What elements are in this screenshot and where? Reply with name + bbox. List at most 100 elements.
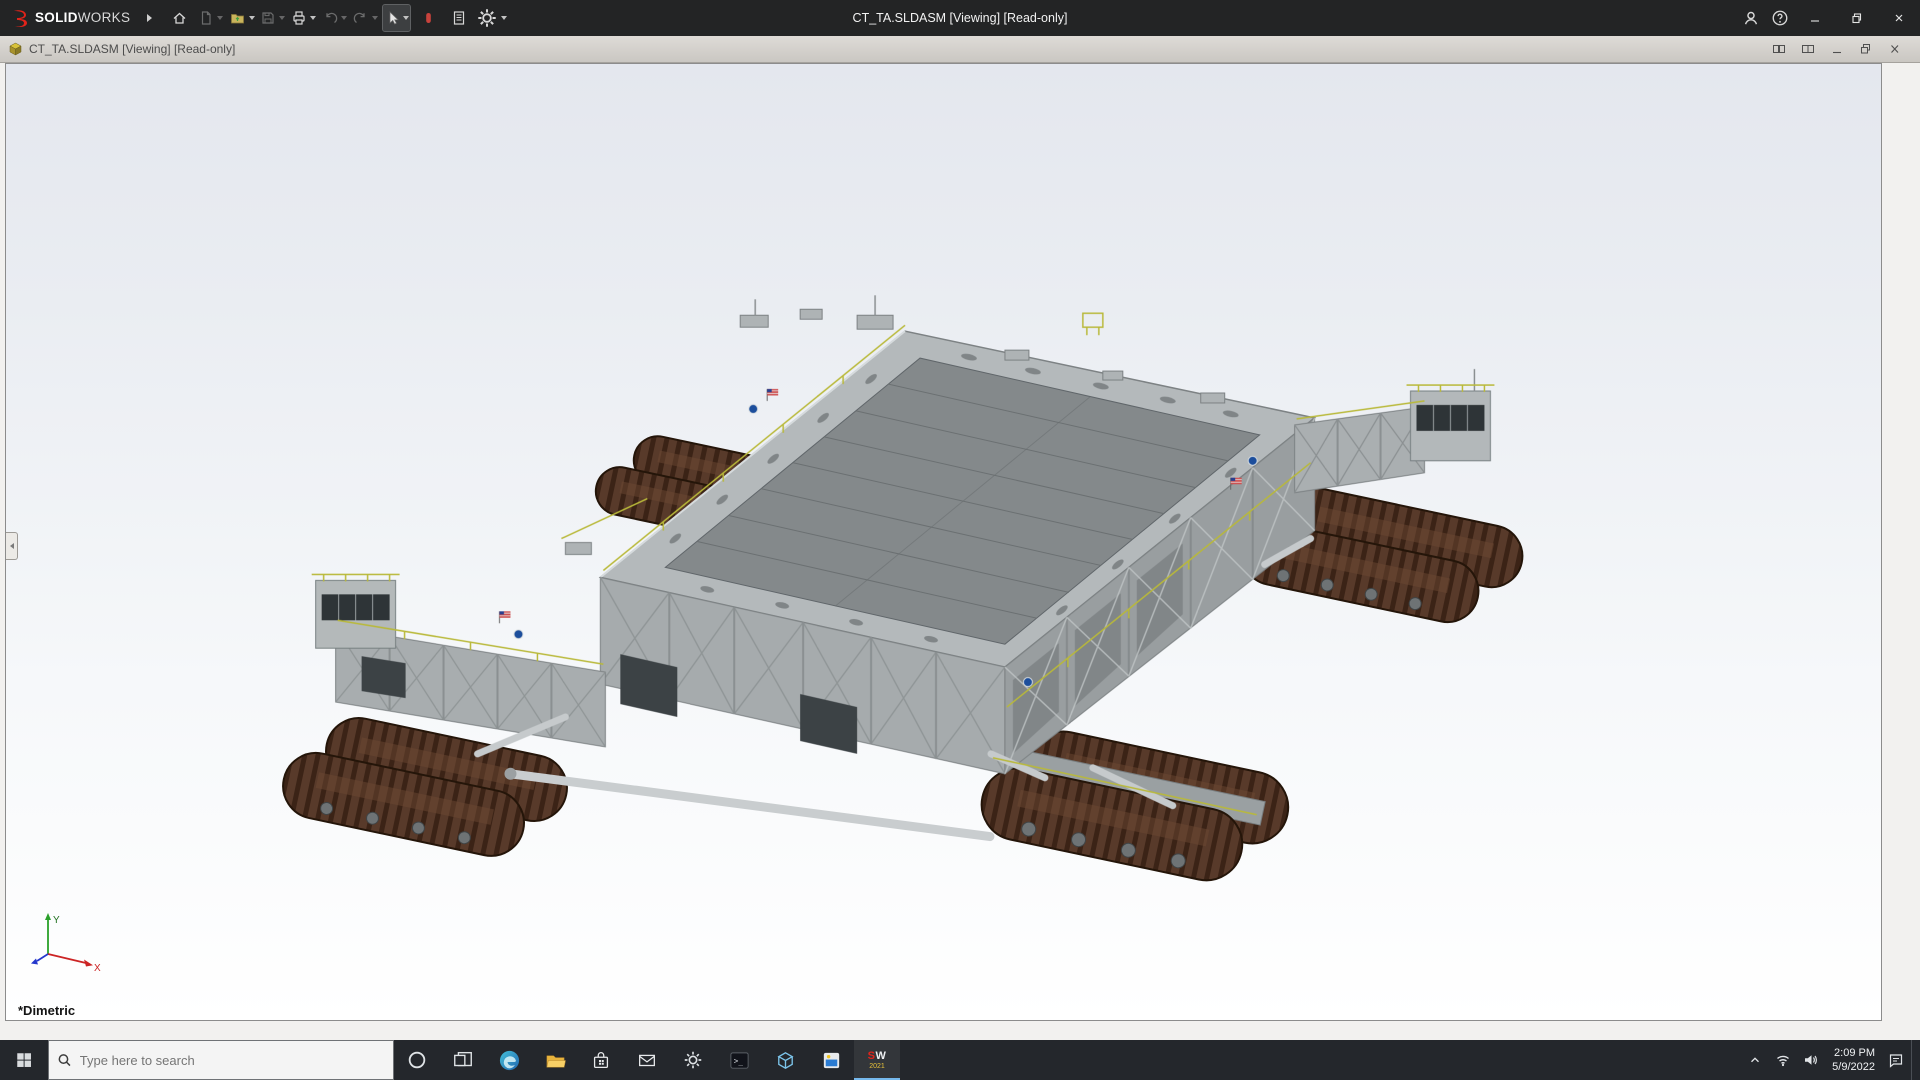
doc-close-button[interactable] xyxy=(1886,42,1904,56)
photos-button[interactable] xyxy=(808,1040,854,1080)
triad-y-label: Y xyxy=(53,915,60,926)
solidworks-taskbar-button[interactable]: SW 2021 xyxy=(854,1040,900,1080)
doc-close-icon xyxy=(1891,45,1899,53)
dropdown-caret-icon xyxy=(501,16,508,20)
volume-button[interactable] xyxy=(1798,1040,1824,1080)
panel-collapse-tab[interactable] xyxy=(6,532,18,560)
settings-button[interactable] xyxy=(670,1040,716,1080)
speaker-icon xyxy=(1805,1055,1818,1065)
dropdown-caret-icon xyxy=(403,16,410,20)
doc-restore-button[interactable] xyxy=(1857,42,1875,56)
file-explorer-button[interactable] xyxy=(532,1040,578,1080)
cortana-icon xyxy=(408,1051,426,1069)
document-titlebar: CT_TA.SLDASM [Viewing] [Read-only] xyxy=(0,36,1920,63)
home-icon xyxy=(173,12,186,24)
cortana-button[interactable] xyxy=(394,1040,440,1080)
save-icon xyxy=(262,12,274,24)
account-button[interactable] xyxy=(1737,5,1764,31)
tile-windows-icon xyxy=(1773,45,1785,53)
brand-text-bold: SOLID xyxy=(35,10,78,25)
solidworks-2021-icon: SW 2021 xyxy=(867,1049,887,1070)
app-titlebar: SOLIDWORKS CT_TA.SLDASM [Viewing] [Read-… xyxy=(0,0,1920,36)
open-button[interactable] xyxy=(228,5,255,31)
hidden-icons-button[interactable] xyxy=(1742,1040,1768,1080)
edge-icon xyxy=(499,1050,519,1070)
dropdown-caret-icon xyxy=(341,16,348,20)
edrawings-button[interactable] xyxy=(762,1040,808,1080)
svg-text:>_: >_ xyxy=(733,1056,743,1065)
task-view-icon xyxy=(454,1051,472,1067)
network-button[interactable] xyxy=(1770,1040,1796,1080)
undo-button[interactable] xyxy=(321,5,348,31)
clock-time: 2:09 PM xyxy=(1834,1046,1875,1059)
assembly-file-icon xyxy=(9,42,22,55)
print-icon xyxy=(293,11,305,25)
search-input[interactable] xyxy=(77,1051,385,1069)
mail-icon xyxy=(639,1054,655,1067)
clock-date: 5/9/2022 xyxy=(1832,1061,1875,1073)
minimize-button[interactable] xyxy=(1794,0,1836,36)
select-cursor-icon xyxy=(389,11,400,25)
brand-expand-icon[interactable] xyxy=(135,5,162,31)
print-button[interactable] xyxy=(290,5,317,31)
restore-icon xyxy=(1852,13,1862,24)
guide-tube xyxy=(505,769,995,842)
taskbar-clock[interactable]: 2:09 PM 5/9/2022 xyxy=(1826,1046,1881,1075)
split-pane-button[interactable] xyxy=(1799,42,1817,56)
terminal-button[interactable]: >_ xyxy=(716,1040,762,1080)
new-document-icon xyxy=(202,11,211,25)
save-button[interactable] xyxy=(259,5,286,31)
photos-icon xyxy=(823,1052,839,1068)
triad-x-label: X xyxy=(94,963,101,974)
dropdown-caret-icon xyxy=(279,16,286,20)
close-icon xyxy=(1895,14,1903,22)
task-view-button[interactable] xyxy=(440,1040,486,1080)
start-button[interactable] xyxy=(0,1040,48,1080)
action-center-button[interactable] xyxy=(1883,1040,1909,1080)
split-pane-icon xyxy=(1802,45,1814,53)
close-button[interactable] xyxy=(1878,0,1920,36)
solidworks-version-badge: 2021 xyxy=(869,1062,885,1070)
doc-minimize-button[interactable] xyxy=(1828,42,1846,56)
help-icon xyxy=(1772,10,1787,26)
document-properties-button[interactable] xyxy=(445,5,472,31)
redo-button[interactable] xyxy=(352,5,379,31)
store-icon xyxy=(593,1052,609,1068)
viewport-3d[interactable]: Y X *Dimetric xyxy=(5,63,1882,1021)
dropdown-caret-icon xyxy=(248,16,255,20)
terminal-icon: >_ xyxy=(729,1051,749,1069)
left-cab xyxy=(315,579,397,649)
edge-button[interactable] xyxy=(486,1040,532,1080)
wifi-icon xyxy=(1777,1055,1790,1067)
collapse-arrow-icon xyxy=(9,543,14,549)
new-document-button[interactable] xyxy=(197,5,224,31)
dropdown-caret-icon xyxy=(217,16,224,20)
gear-icon xyxy=(478,9,496,27)
show-desktop-button[interactable] xyxy=(1911,1040,1918,1080)
account-icon xyxy=(1744,11,1757,25)
dropdown-caret-icon xyxy=(372,16,379,20)
orientation-triad: Y X xyxy=(31,913,101,974)
dropdown-caret-icon xyxy=(310,16,317,20)
home-button[interactable] xyxy=(166,5,193,31)
solidworks-logo[interactable]: SOLIDWORKS xyxy=(10,8,130,28)
taskbar-search[interactable] xyxy=(48,1040,394,1080)
chevron-up-icon xyxy=(1751,1057,1760,1063)
help-button[interactable] xyxy=(1766,5,1793,31)
workspace: Y X *Dimetric xyxy=(0,63,1920,1040)
crawler-transporter-model xyxy=(282,295,1524,882)
search-icon xyxy=(58,1054,71,1067)
mail-button[interactable] xyxy=(624,1040,670,1080)
doc-restore-icon xyxy=(1861,44,1870,54)
store-button[interactable] xyxy=(578,1040,624,1080)
right-cab xyxy=(1410,369,1491,462)
select-tool-button[interactable] xyxy=(382,4,412,32)
options-button[interactable] xyxy=(476,5,508,31)
brand-text-light: WORKS xyxy=(77,10,131,25)
restore-button[interactable] xyxy=(1836,0,1878,36)
windows-taskbar: >_ SW 2021 xyxy=(0,1040,1920,1080)
open-folder-icon xyxy=(230,14,244,24)
tile-windows-button[interactable] xyxy=(1770,42,1788,56)
settings-gear-icon xyxy=(684,1051,702,1069)
3dexperience-button[interactable] xyxy=(414,5,441,31)
